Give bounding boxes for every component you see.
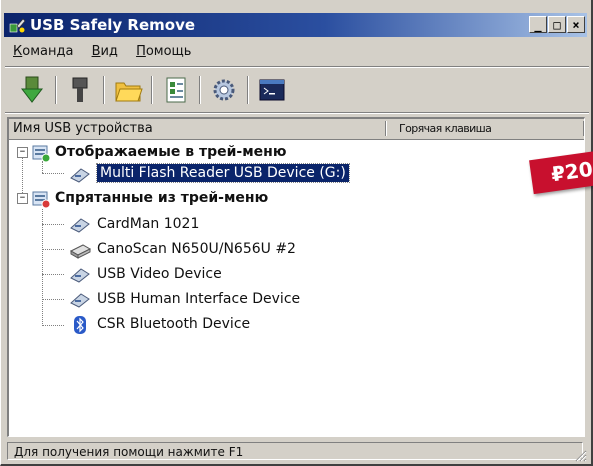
device-label: CardMan 1021 xyxy=(97,216,200,232)
open-folder-button[interactable] xyxy=(113,74,143,106)
app-window: USB Safely Remove _ □ × Команда Вид Помощь xyxy=(0,0,593,466)
column-header: Имя USB устройства Горячая клавиша xyxy=(9,119,584,140)
usb-plug-icon xyxy=(72,77,88,102)
command-prompt-button[interactable] xyxy=(257,74,287,106)
scanner-icon xyxy=(69,244,91,259)
group-label: Спрятанные из трей-меню xyxy=(55,190,269,206)
usb-plug-button[interactable] xyxy=(65,74,95,106)
device-tree-panel[interactable]: Имя USB устройства Горячая клавиша − Ото… xyxy=(7,117,585,437)
list-view-icon xyxy=(166,77,186,103)
menu-help[interactable]: Помощь xyxy=(136,44,191,59)
column-divider[interactable] xyxy=(583,121,584,136)
tray-hidden-group-icon xyxy=(32,191,51,209)
tray-shown-group-icon xyxy=(32,145,51,163)
device-row[interactable]: CanoScan N650U/N656U #2 xyxy=(9,238,584,262)
device-label: USB Human Interface Device xyxy=(97,291,301,307)
settings-button[interactable] xyxy=(209,74,239,106)
maximize-button[interactable]: □ xyxy=(548,16,566,33)
close-button[interactable]: × xyxy=(567,16,585,33)
toolbar-separator xyxy=(247,76,249,104)
group-label: Отображаемые в трей-меню xyxy=(55,144,287,160)
device-row[interactable]: USB Human Interface Device xyxy=(9,288,584,312)
usb-device-icon xyxy=(70,268,90,283)
settings-gear-icon xyxy=(213,79,235,101)
tree-group-visible[interactable]: − Отображаемые в трей-меню xyxy=(9,141,584,165)
toolbar-separator xyxy=(55,76,57,104)
device-row[interactable]: USB Video Device xyxy=(9,263,584,287)
status-pane: Для получения помощи нажмите F1 xyxy=(7,442,583,460)
usb-device-icon xyxy=(70,218,90,233)
device-label-selected: Multi Flash Reader USB Device (G:) xyxy=(96,163,350,183)
device-row[interactable]: Multi Flash Reader USB Device (G:) xyxy=(9,163,584,187)
device-row[interactable]: CSR Bluetooth Device xyxy=(9,313,584,337)
device-row[interactable]: CardMan 1021 xyxy=(9,213,584,237)
folder-icon xyxy=(115,82,143,102)
column-header-device-name[interactable]: Имя USB устройства xyxy=(13,121,153,136)
toolbar-separator xyxy=(151,76,153,104)
toolbar-separator xyxy=(199,76,201,104)
menu-divider xyxy=(5,66,589,68)
device-label: CanoScan N650U/N656U #2 xyxy=(97,241,296,257)
device-label: CSR Bluetooth Device xyxy=(97,316,251,332)
stop-device-icon xyxy=(20,76,44,103)
toolbar-separator xyxy=(103,76,105,104)
toolbar-divider xyxy=(5,112,589,114)
stop-device-button[interactable] xyxy=(17,74,47,106)
column-header-hotkey[interactable]: Горячая клавиша xyxy=(399,122,492,135)
command-prompt-icon xyxy=(259,79,285,101)
menu-command[interactable]: Команда xyxy=(13,44,73,59)
column-divider[interactable] xyxy=(385,121,387,136)
resize-grip-icon[interactable] xyxy=(573,448,587,462)
status-text: Для получения помощи нажмите F1 xyxy=(14,445,244,459)
title-bar[interactable]: USB Safely Remove _ □ × xyxy=(4,13,587,37)
menu-view[interactable]: Вид xyxy=(92,44,118,59)
collapse-toggle[interactable]: − xyxy=(17,193,28,204)
device-label: USB Video Device xyxy=(97,266,222,282)
menu-bar: Команда Вид Помощь xyxy=(13,44,205,64)
usb-app-icon xyxy=(9,18,26,33)
collapse-toggle[interactable]: − xyxy=(17,147,28,158)
list-view-button[interactable] xyxy=(161,74,191,106)
status-bar: Для получения помощи нажмите F1 xyxy=(5,442,589,462)
tree-group-hidden[interactable]: − Спрятанные из трей-меню xyxy=(9,187,584,211)
usb-drive-icon xyxy=(70,168,90,183)
minimize-button[interactable]: _ xyxy=(529,16,547,33)
usb-device-icon xyxy=(70,293,90,308)
window-title: USB Safely Remove xyxy=(30,16,196,34)
bluetooth-icon xyxy=(74,316,86,334)
